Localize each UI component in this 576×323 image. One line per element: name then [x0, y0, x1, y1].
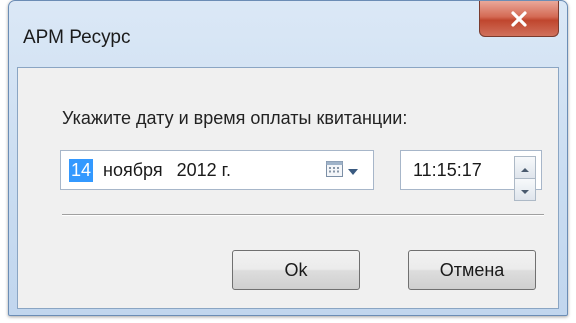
date-picker[interactable]: 14 ноября 2012 г.: [60, 150, 374, 190]
date-day-field[interactable]: 14: [69, 158, 94, 182]
dialog-content: Укажите дату и время оплаты квитанции: 1…: [17, 67, 559, 309]
spin-up-icon: [520, 157, 530, 178]
spin-up-button[interactable]: [514, 156, 536, 179]
time-picker[interactable]: 11:15:17: [400, 150, 542, 201]
date-year-field[interactable]: 2012 г.: [177, 160, 231, 181]
dialog-window: АРМ Ресурс Укажите дату и время оплаты к…: [8, 0, 568, 316]
prompt-label: Укажите дату и время оплаты квитанции:: [62, 108, 408, 128]
separator-line: [62, 214, 544, 216]
time-value[interactable]: 11:15:17: [413, 160, 482, 181]
spin-down-icon: [520, 179, 530, 200]
ok-button[interactable]: Ok: [232, 250, 360, 290]
calendar-dropdown-button[interactable]: [325, 160, 363, 182]
cancel-button[interactable]: Отмена: [408, 250, 536, 290]
window-title: АРМ Ресурс: [23, 27, 131, 48]
spin-down-button[interactable]: [514, 179, 536, 201]
time-spinner[interactable]: [514, 156, 536, 201]
calendar-icon: [325, 160, 345, 183]
close-icon: [510, 10, 528, 27]
close-button[interactable]: [479, 1, 559, 37]
title-bar[interactable]: АРМ Ресурс: [9, 1, 567, 67]
date-month-field[interactable]: ноября: [103, 160, 163, 181]
chevron-down-icon: [347, 161, 359, 182]
